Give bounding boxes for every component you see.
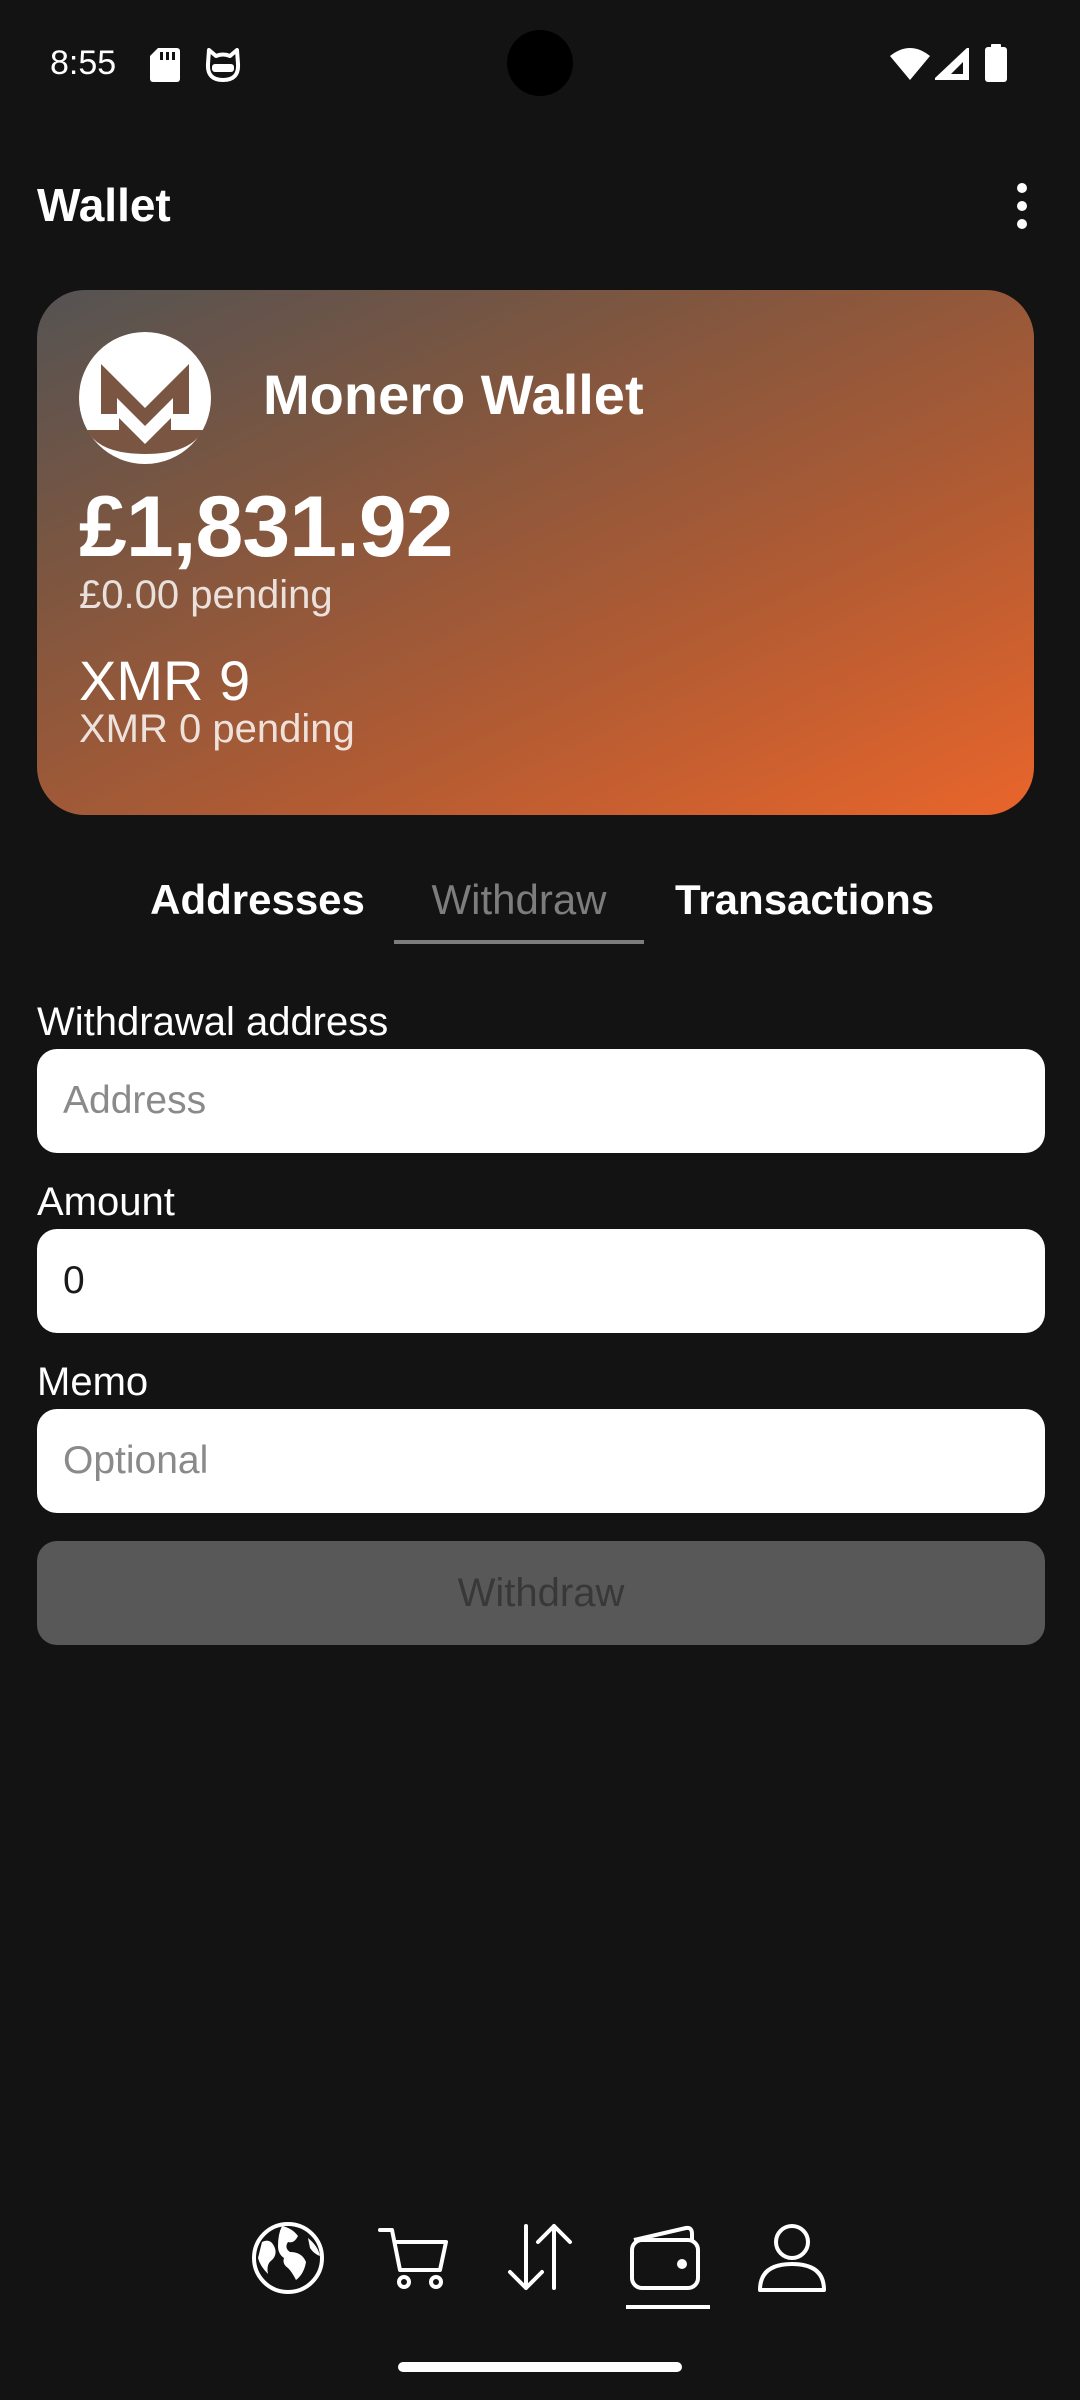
page-title: Wallet [37,179,171,231]
nav-profile[interactable] [752,2218,832,2298]
withdrawal-address-input[interactable] [37,1049,1045,1153]
tab-addresses[interactable]: Addresses [150,876,365,924]
monero-logo-icon [79,332,211,464]
tab-active-indicator [394,940,644,944]
crypto-pending: XMR 0 pending [79,707,355,751]
nav-explore[interactable] [248,2218,328,2298]
more-options-button[interactable] [1000,180,1044,232]
more-vertical-icon [1017,183,1027,229]
withdraw-button[interactable]: Withdraw [37,1541,1045,1645]
globe-icon [252,2222,324,2294]
wallet-icon [630,2225,700,2290]
wifi-icon [890,48,930,85]
tab-withdraw[interactable]: Withdraw [394,876,644,924]
withdrawal-address-label: Withdrawal address [37,1000,389,1044]
sd-card-icon [150,48,180,87]
status-time: 8:55 [50,44,117,82]
nav-trade[interactable] [500,2218,580,2298]
home-gesture-bar[interactable] [398,2362,682,2372]
wallet-name: Monero Wallet [263,363,644,426]
status-bar: 8:55 [0,0,1080,130]
nav-wallet[interactable] [626,2218,706,2298]
person-icon [758,2224,826,2292]
shopping-cart-icon [378,2228,448,2289]
amount-input[interactable] [37,1229,1045,1333]
nav-shop[interactable] [374,2218,454,2298]
fiat-pending: £0.00 pending [79,573,333,617]
fiat-balance: £1,831.92 [79,479,454,575]
arrows-up-down-icon [508,2224,572,2290]
battery-icon [985,44,1007,87]
memo-label: Memo [37,1360,149,1404]
cat-icon [205,48,241,87]
memo-input[interactable] [37,1409,1045,1513]
tab-transactions[interactable]: Transactions [675,876,934,924]
wallet-card: Monero Wallet £1,831.92 £0.00 pending XM… [37,290,1034,815]
crypto-balance: XMR 9 [79,649,251,712]
amount-label: Amount [37,1180,175,1224]
camera-cutout [507,30,573,96]
cell-signal-icon [931,44,971,85]
nav-active-indicator [626,2305,710,2309]
